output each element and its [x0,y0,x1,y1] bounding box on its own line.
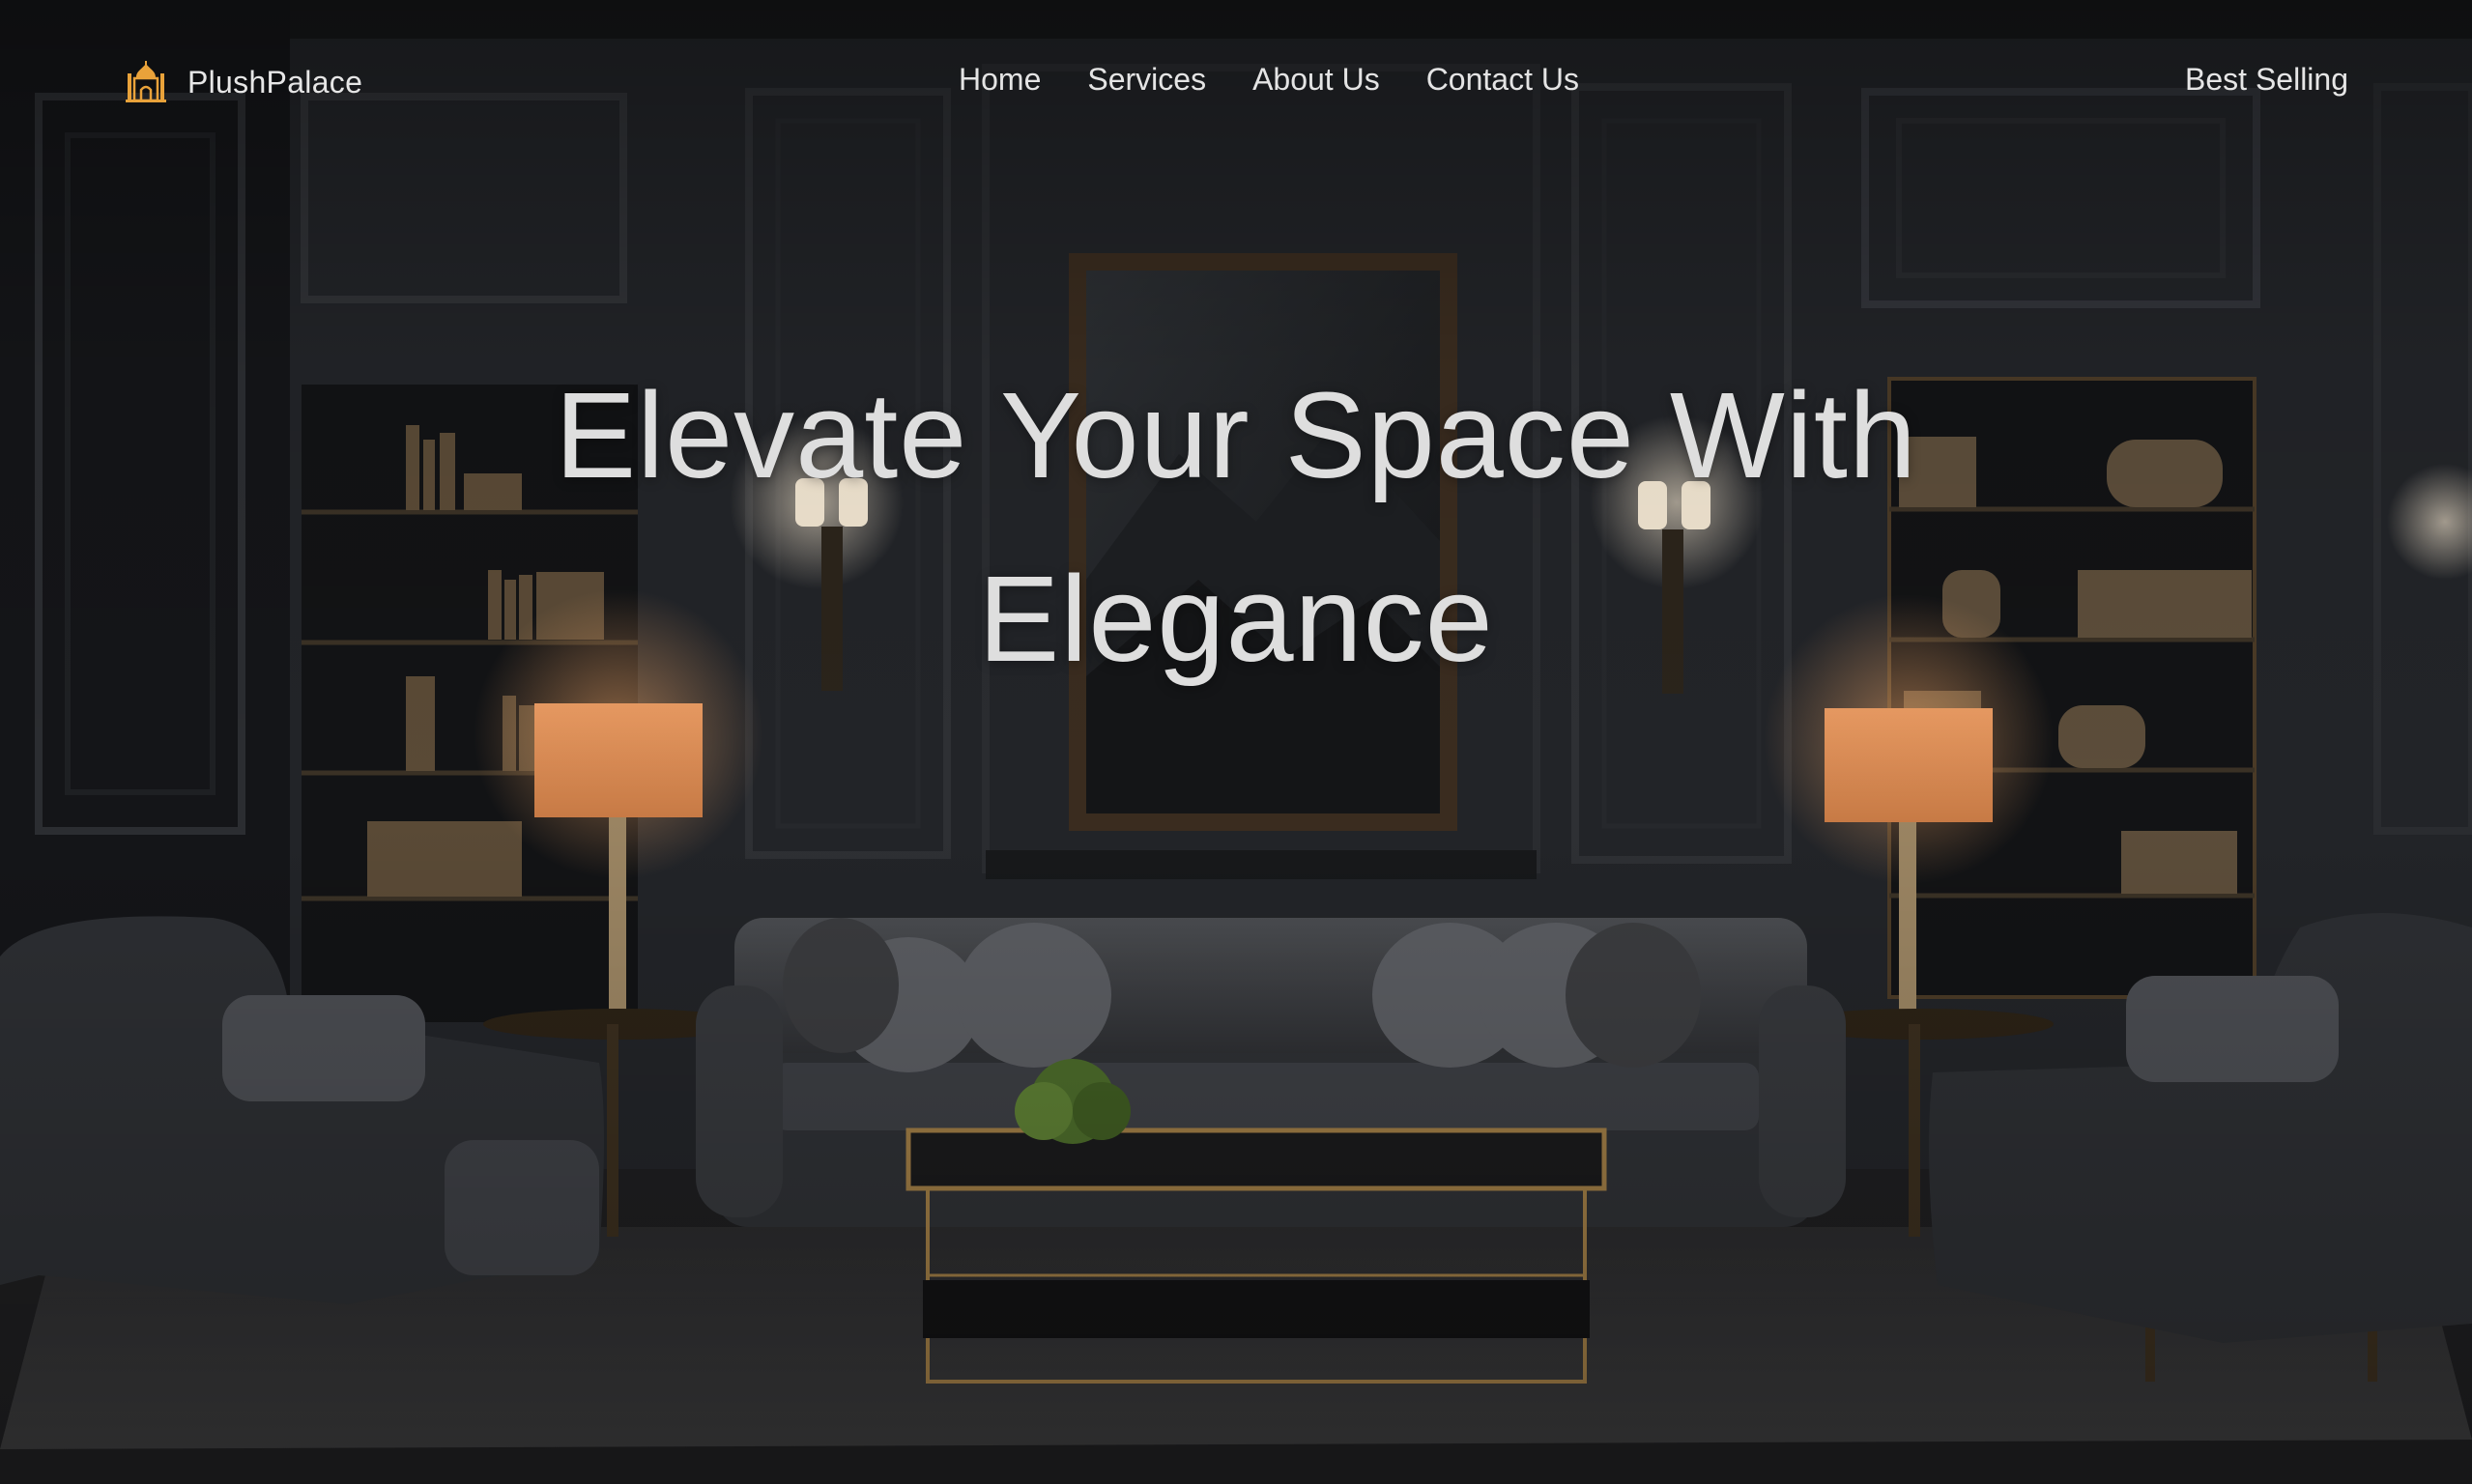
brand-name: PlushPalace [187,64,363,100]
nav-link-about-us[interactable]: About Us [1252,62,1380,98]
hero-section: Elevate Your Space With Elegance [0,0,2472,1484]
brand-logo[interactable]: PlushPalace [124,60,362,104]
nav-link-services[interactable]: Services [1087,62,1206,98]
hero-background-image [0,0,2472,1484]
hero-headline: Elevate Your Space With Elegance [555,367,1917,687]
nav-link-home[interactable]: Home [959,62,1041,98]
best-selling-link[interactable]: Best Selling [2185,62,2348,98]
palace-icon [124,60,168,104]
primary-nav: Home Services About Us Contact Us [959,62,1579,98]
navbar: PlushPalace Home Services About Us Conta… [0,0,2472,170]
nav-link-contact-us[interactable]: Contact Us [1426,62,1579,98]
